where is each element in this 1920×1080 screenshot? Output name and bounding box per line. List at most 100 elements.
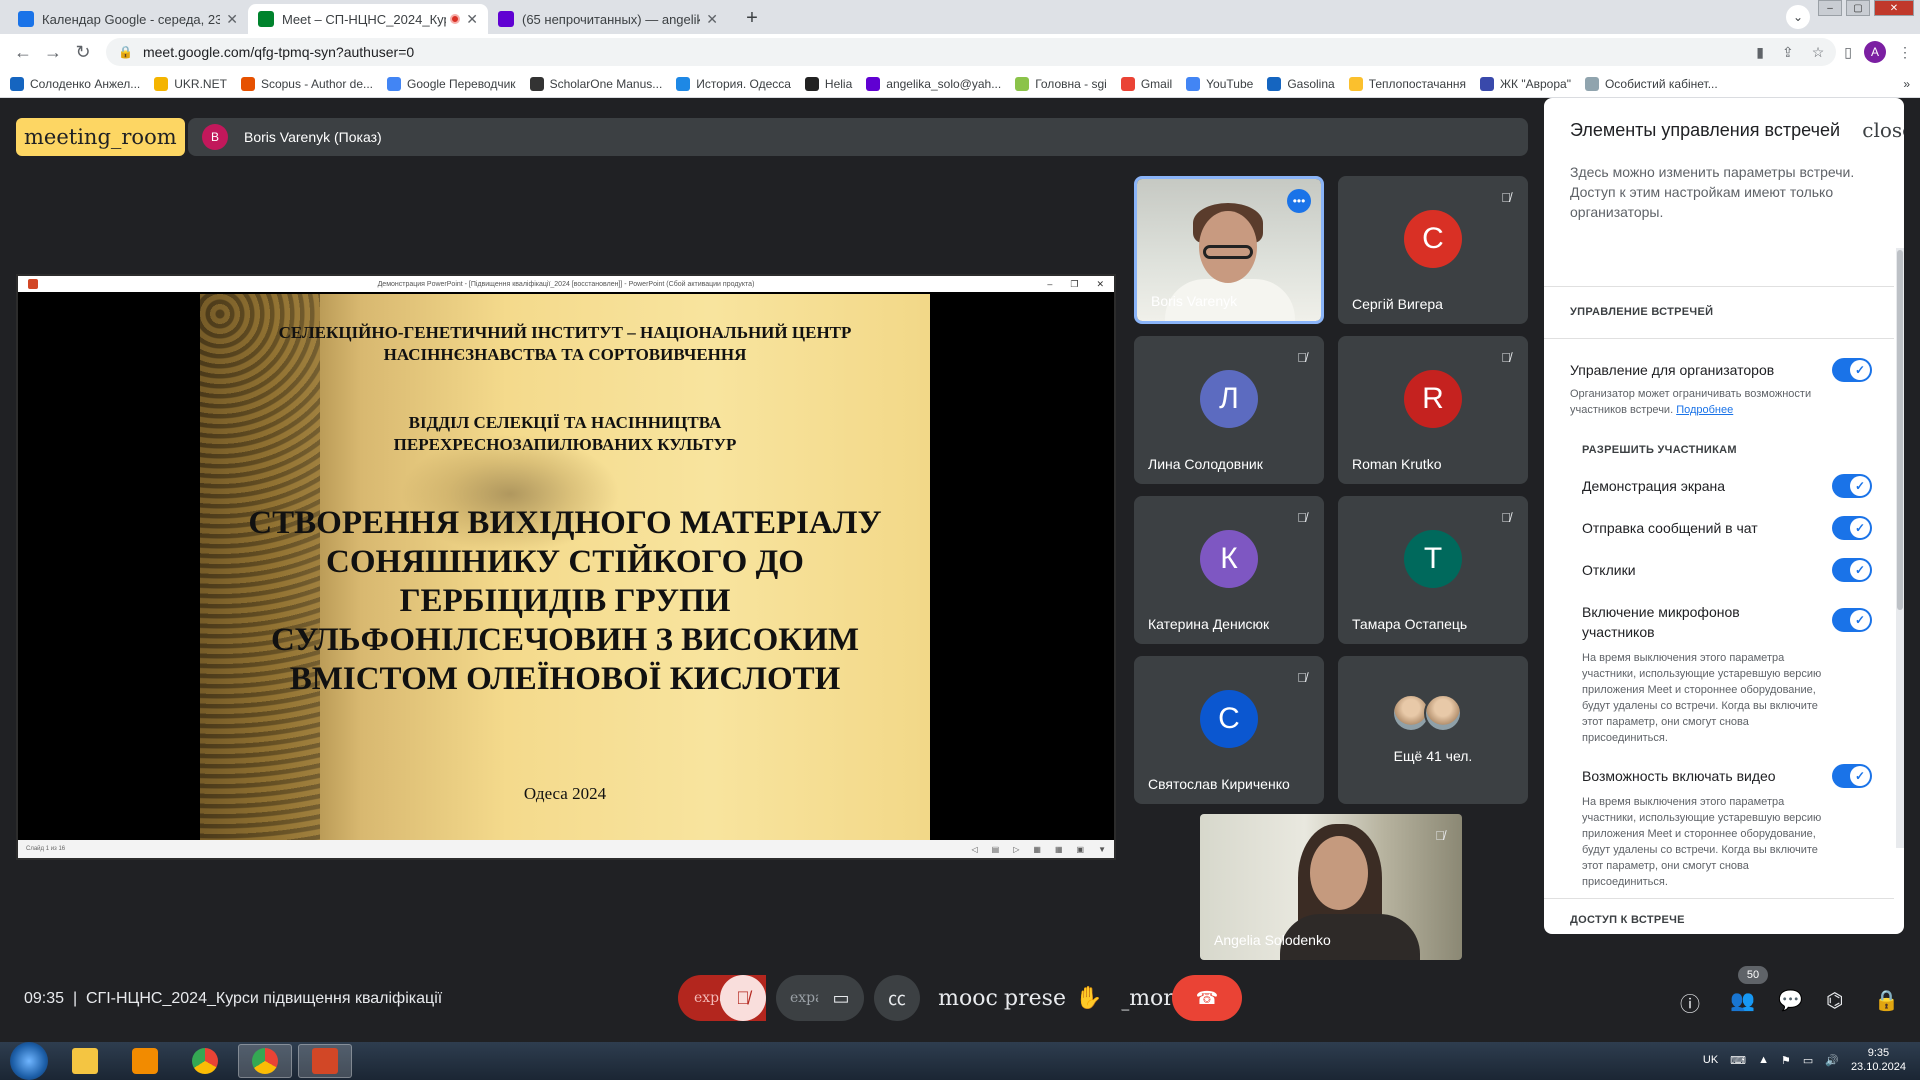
minimize-button[interactable]: –	[1818, 0, 1842, 16]
network-icon[interactable]: ▭	[1803, 1054, 1813, 1067]
bookmark-item[interactable]: Особистий кабінет...	[1584, 76, 1718, 91]
url-text: meet.google.com/qfg-tpmq-syn?authuser=0	[142, 44, 415, 60]
grid-icon: ▦	[1054, 844, 1063, 854]
bookmark-item[interactable]: ЖК "Аврора"	[1479, 76, 1571, 91]
profile-avatar[interactable]: A	[1864, 41, 1886, 63]
tab-title: Meet – СП-НЦНС_2024_Курс	[282, 11, 447, 27]
volume-icon[interactable]: 🔊	[1825, 1054, 1839, 1067]
new-tab-button[interactable]: +	[738, 4, 766, 32]
bookmark-item[interactable]: ScholarOne Manus...	[529, 76, 662, 91]
address-bar[interactable]: 🔒 meet.google.com/qfg-tpmq-syn?authuser=…	[106, 38, 1837, 66]
people-icon[interactable]: 👥	[1730, 988, 1755, 1013]
bookmark-item[interactable]: Gasolina	[1267, 76, 1335, 91]
close-tab-icon[interactable]: ✕	[466, 11, 478, 28]
participant-tile[interactable]: ••• Boris Varenyk	[1134, 176, 1324, 324]
reactions-button[interactable]: mooc	[932, 975, 1004, 1021]
screen-share-toggle[interactable]	[1832, 474, 1872, 498]
tab-google-calendar[interactable]: Календар Google - середа, 23 ж ✕	[8, 4, 248, 34]
bookmark-favicon-icon	[804, 76, 819, 91]
leave-call-button[interactable]: ☎	[1172, 975, 1242, 1021]
close-panel-button[interactable]: close	[1862, 118, 1904, 142]
chat-toggle[interactable]	[1832, 516, 1872, 540]
close-tab-icon[interactable]: ✕	[226, 11, 238, 28]
learn-more-link[interactable]: Подробнее	[1676, 404, 1733, 416]
host-controls-icon[interactable]: 🔒	[1874, 988, 1899, 1013]
tab-search-chevron-down-icon[interactable]: ⌄	[1786, 5, 1810, 29]
powerpoint-taskbar-icon[interactable]	[298, 1044, 352, 1078]
bookmark-favicon-icon	[1015, 76, 1030, 91]
grid-icon: ▦	[1033, 844, 1041, 854]
camera-in-use-icon[interactable]: ▮	[1756, 44, 1764, 61]
tray-clock[interactable]: 9:35 23.10.2024	[1851, 1046, 1906, 1074]
reactions-label: Отклики	[1582, 562, 1636, 578]
bookmark-item[interactable]: Scopus - Author de...	[240, 76, 373, 91]
participant-tile[interactable]: С 🎙̸ Сергій Вигера	[1338, 176, 1528, 324]
participant-name: Roman Krutko	[1352, 456, 1442, 472]
maximize-button[interactable]: ▢	[1846, 0, 1870, 16]
slide-title: СТВОРЕННЯ ВИХІДНОГО МАТЕРІАЛУ СОНЯШНИКУ …	[248, 505, 882, 697]
info-icon[interactable]: ⓘ	[1680, 988, 1700, 1017]
keyboard-icon[interactable]: ⌨	[1730, 1054, 1746, 1067]
bookmark-item[interactable]: Солоденко Анжел...	[10, 76, 140, 91]
chat-icon[interactable]: 💬	[1778, 988, 1803, 1013]
mics-toggle[interactable]	[1832, 608, 1872, 632]
participant-tile[interactable]: R 🎙̸ Roman Krutko	[1338, 336, 1528, 484]
flag-icon[interactable]: ⚑	[1781, 1054, 1791, 1067]
bookmark-item[interactable]: Головна - sgi	[1015, 76, 1107, 91]
bookmark-item[interactable]: UKR.NET	[154, 76, 227, 91]
show-hidden-icon[interactable]: ▲	[1758, 1054, 1769, 1066]
lock-icon[interactable]: 🔒	[118, 45, 133, 59]
tab-mail[interactable]: (65 непрочитанных) — angelika ✕	[488, 4, 728, 34]
activities-icon[interactable]: ⌬	[1826, 988, 1843, 1013]
participant-name: Катерина Денисюк	[1148, 616, 1270, 632]
participant-tile[interactable]: К 🎙̸ Катерина Денисюк	[1134, 496, 1324, 644]
reactions-toggle[interactable]	[1832, 558, 1872, 582]
avatar: С	[1404, 210, 1462, 268]
menu-kebab-icon[interactable]: ⋮	[1898, 44, 1912, 61]
participant-tile[interactable]: Т 🎙̸ Тамара Остапець	[1338, 496, 1528, 644]
close-window-button[interactable]: ✕	[1874, 0, 1914, 16]
section-manage-heading: УПРАВЛЕНИЕ ВСТРЕЧЕЙ	[1570, 306, 1714, 318]
media-player-taskbar-icon[interactable]	[118, 1044, 172, 1078]
more-participants-tile[interactable]: Ещё 41 чел.	[1338, 656, 1528, 804]
more-options-button[interactable]: _mor	[1118, 975, 1174, 1021]
forward-arrow-icon[interactable]: →	[38, 42, 68, 63]
video-toggle[interactable]	[1832, 764, 1872, 788]
bookmark-item[interactable]: angelika_solo@yah...	[866, 76, 1001, 91]
bookmark-item[interactable]: Gmail	[1120, 76, 1172, 91]
chrome-active-taskbar-icon[interactable]	[238, 1044, 292, 1078]
bookmark-star-icon[interactable]: ☆	[1812, 44, 1825, 61]
self-view-tile[interactable]: 🎙̸ Angelia Solodenko	[1200, 814, 1462, 960]
more-bookmarks-icon[interactable]: »	[1903, 77, 1910, 91]
bookmark-item[interactable]: История. Одесса	[676, 76, 791, 91]
present-button[interactable]: prese	[1000, 975, 1070, 1021]
share-icon[interactable]: ⇪	[1782, 44, 1794, 61]
bookmark-favicon-icon	[866, 76, 881, 91]
prev-icon: ◁	[971, 844, 978, 854]
reload-icon[interactable]: ↻	[68, 42, 98, 63]
language-indicator[interactable]: UK	[1703, 1054, 1718, 1066]
captions-button[interactable]: ㏄	[874, 975, 920, 1021]
panel-scrollbar[interactable]	[1896, 248, 1904, 848]
bookmark-item[interactable]: Теплопостачання	[1348, 76, 1466, 91]
bookmark-favicon-icon	[1267, 76, 1282, 91]
start-button[interactable]	[10, 1042, 48, 1080]
camera-button[interactable]: ▭	[818, 975, 864, 1021]
tab-meet[interactable]: Meet – СП-НЦНС_2024_Курс ✕	[248, 4, 488, 34]
chrome-taskbar-icon[interactable]	[178, 1044, 232, 1078]
bookmark-item[interactable]: YouTube	[1186, 76, 1253, 91]
mic-off-button[interactable]: 🎙̸	[720, 975, 766, 1021]
close-tab-icon[interactable]: ✕	[706, 11, 718, 28]
explorer-taskbar-icon[interactable]	[58, 1044, 112, 1078]
participant-tile[interactable]: С 🎙̸ Святослав Кириченко	[1134, 656, 1324, 804]
shared-screen[interactable]: Демонстрация PowerPoint - [Підвищення кв…	[16, 274, 1116, 860]
meeting-time: 09:35	[24, 990, 65, 1007]
participant-tile[interactable]: Л 🎙̸ Лина Солодовник	[1134, 336, 1324, 484]
bookmark-item[interactable]: Google Переводчик	[387, 76, 516, 91]
bookmark-item[interactable]: Helia	[804, 76, 852, 91]
side-panel-icon[interactable]: ▯	[1844, 44, 1852, 61]
raise-hand-button[interactable]: ✋	[1066, 975, 1112, 1021]
host-management-toggle[interactable]	[1832, 358, 1872, 382]
mic-off-icon: 🎙̸	[1297, 350, 1307, 365]
back-arrow-icon[interactable]: ←	[8, 42, 38, 63]
